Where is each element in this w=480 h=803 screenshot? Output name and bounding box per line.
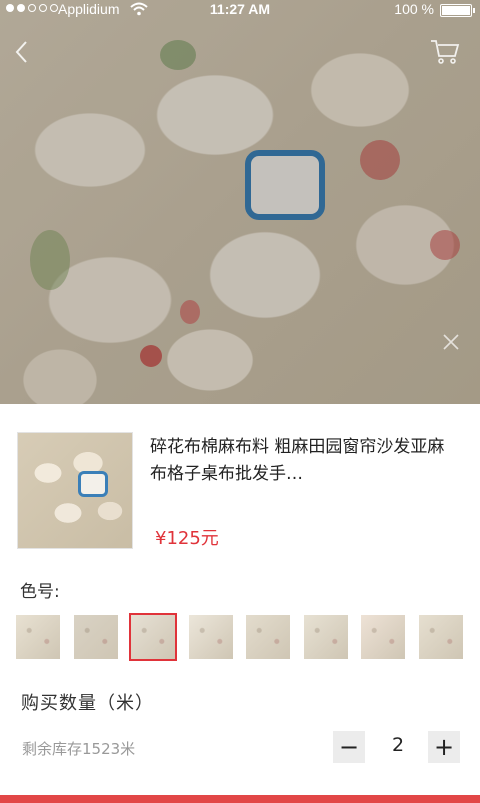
color-swatch[interactable] bbox=[73, 615, 118, 659]
confirm-bar[interactable] bbox=[0, 795, 480, 803]
product-thumbnail bbox=[17, 432, 133, 549]
quantity-decrease-button[interactable]: − bbox=[333, 731, 365, 763]
color-swatch-list bbox=[16, 613, 476, 663]
color-swatch[interactable] bbox=[418, 615, 463, 659]
color-swatch[interactable] bbox=[303, 615, 348, 659]
color-swatch[interactable] bbox=[129, 613, 177, 661]
close-icon[interactable] bbox=[442, 333, 460, 351]
hero-overlay bbox=[0, 0, 480, 404]
product-price: ¥125元 bbox=[155, 528, 219, 549]
shopping-cart-icon[interactable] bbox=[430, 38, 460, 66]
back-chevron-icon[interactable] bbox=[12, 40, 32, 64]
sku-selection-sheet: 碎花布棉麻布料 粗麻田园窗帘沙发亚麻布格子桌布批发手… ¥125元 色号: 购买… bbox=[0, 404, 480, 803]
color-swatch[interactable] bbox=[188, 615, 233, 659]
battery-percent: 100 % bbox=[394, 1, 434, 17]
stock-remaining: 剩余库存1523米 bbox=[22, 740, 136, 758]
color-swatch[interactable] bbox=[246, 615, 290, 659]
battery-icon bbox=[440, 4, 475, 17]
quantity-value[interactable]: 2 bbox=[370, 734, 426, 756]
color-label: 色号: bbox=[20, 582, 60, 602]
color-swatch[interactable] bbox=[361, 615, 405, 659]
product-title: 碎花布棉麻布料 粗麻田园窗帘沙发亚麻布格子桌布批发手… bbox=[150, 437, 445, 484]
color-swatch[interactable] bbox=[16, 615, 60, 659]
status-bar: Applidium 11:27 AM 100 % bbox=[0, 0, 480, 20]
quantity-increase-button[interactable]: + bbox=[428, 731, 460, 763]
quantity-label: 购买数量（米） bbox=[21, 693, 154, 714]
